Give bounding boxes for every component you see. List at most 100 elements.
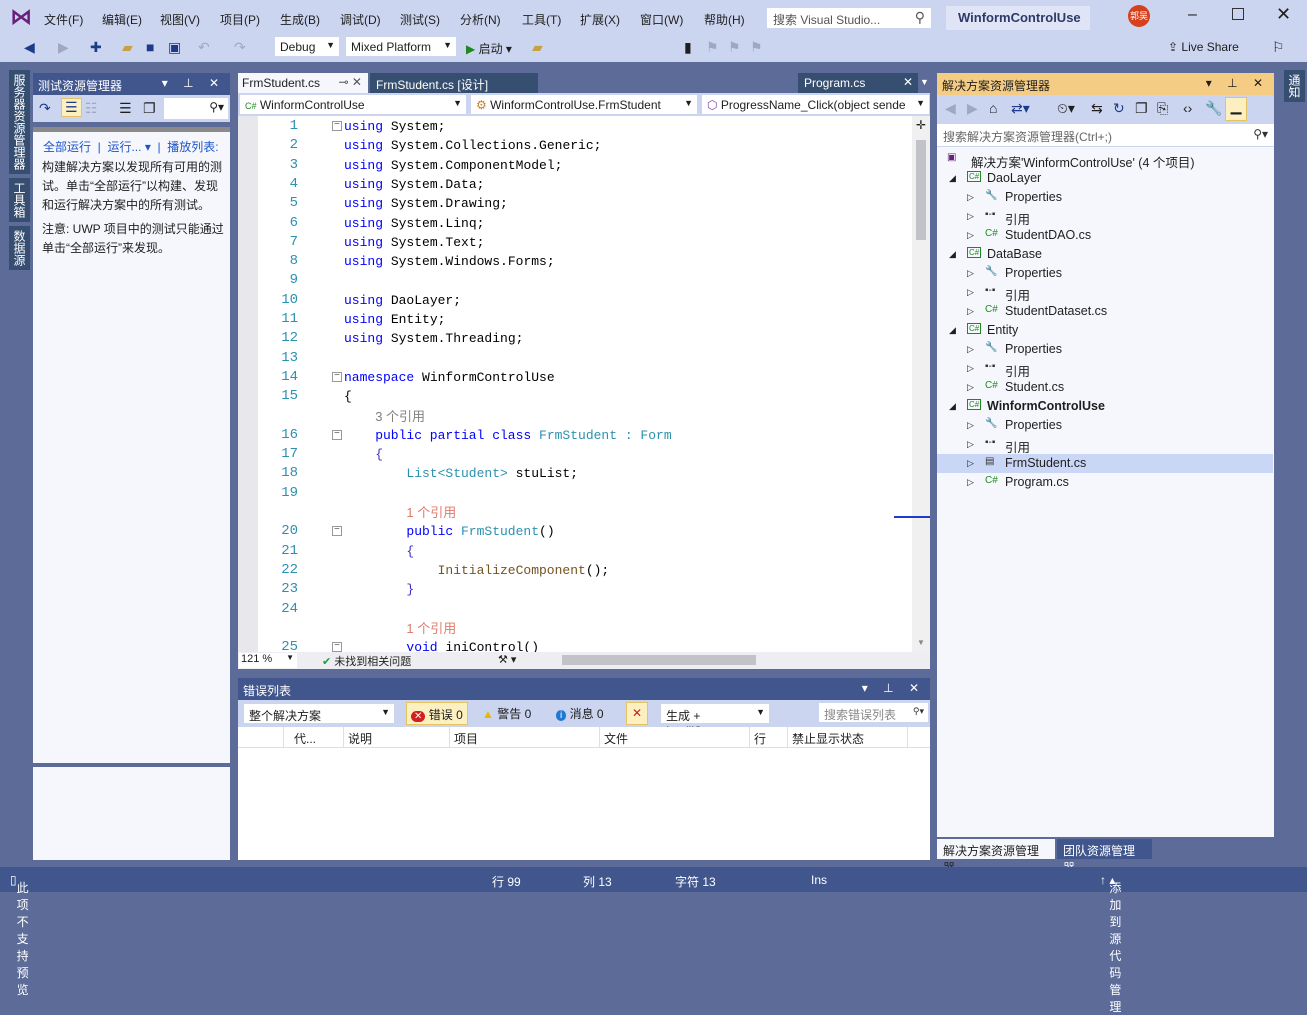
tree-item[interactable]: ▷ ▤ FrmStudent.cs (937, 454, 1273, 473)
start-button[interactable]: ▶ 启动 ▾ (466, 40, 512, 57)
filter-toggle-icon[interactable]: ✕ (626, 702, 648, 725)
menu-item[interactable]: 测试(S) (400, 11, 440, 28)
menu-item[interactable]: 工具(T) (522, 11, 561, 28)
menu-item[interactable]: 扩展(X) (580, 11, 620, 28)
save-all-icon[interactable]: ▣ (168, 39, 181, 56)
tab-frmstudent-designer[interactable]: FrmStudent.cs [设计] (370, 73, 538, 93)
show-all-files-icon[interactable]: ⎘ (1157, 100, 1168, 117)
sync-icon[interactable]: ⇆ (1091, 100, 1103, 117)
column-header[interactable]: 说明 (344, 727, 450, 748)
collapse-arrow-icon[interactable]: ◢ (949, 325, 956, 336)
issues-indicator[interactable]: ✔ 未找到相关问题 (322, 653, 411, 669)
live-share-button[interactable]: ⇪ Live Share (1168, 40, 1239, 54)
tab-frmstudent-cs[interactable]: FrmStudent.cs ⊸ ✕ (238, 73, 368, 93)
tree-item[interactable]: ▷ C# StudentDAO.cs (937, 226, 1273, 245)
expand-arrow-icon[interactable]: ▷ (967, 287, 974, 298)
expand-arrow-icon[interactable]: ▷ (967, 230, 974, 241)
minimize-button[interactable]: – (1188, 6, 1197, 24)
playlist-link[interactable]: 播放列表: (167, 140, 218, 154)
tab-program-cs[interactable]: Program.cs ✕ (798, 73, 918, 93)
menu-item[interactable]: 视图(V) (160, 11, 200, 28)
redo-icon[interactable]: ↷ (234, 39, 246, 56)
collapse-arrow-icon[interactable]: ◢ (949, 173, 956, 184)
tab-team-explorer[interactable]: 团队资源管理器 (1057, 839, 1152, 875)
prev-bookmark-icon[interactable]: ⚑ (706, 39, 719, 56)
view-code-icon[interactable]: ‹› (1183, 100, 1192, 116)
scroll-down-icon[interactable]: ▼ (917, 638, 925, 647)
server-explorer-tab[interactable]: 服务器资源管理器 (9, 70, 30, 174)
tab-overflow-icon[interactable]: ▼ (920, 77, 929, 87)
collapse-arrow-icon[interactable]: ◢ (949, 249, 956, 260)
horizontal-scrollbar[interactable] (562, 655, 756, 665)
expand-arrow-icon[interactable]: ▷ (967, 306, 974, 317)
next-bookmark-icon[interactable]: ⚑ (728, 39, 741, 56)
refresh-icon[interactable]: ↻ (1113, 100, 1125, 117)
platform-dropdown[interactable]: Mixed Platform ▼ (345, 36, 457, 57)
search-input[interactable]: 搜索 Visual Studio... ⚲ (766, 7, 932, 29)
preview-icon[interactable]: ▁ (1225, 97, 1247, 121)
expand-arrow-icon[interactable]: ▷ (967, 211, 974, 222)
run-link[interactable]: 运行... (107, 140, 141, 154)
error-search-input[interactable]: 搜索错误列表 ⚲▾ (818, 702, 929, 723)
code-editor[interactable]: 1− using System; 2 using System.Collections… (238, 116, 912, 652)
maximize-button[interactable] (1232, 8, 1244, 20)
collapse-icon[interactable]: − (332, 429, 342, 440)
zoom-dropdown[interactable]: 121 % ▼ (239, 653, 297, 668)
open-file-icon[interactable]: ▰ (122, 39, 133, 56)
column-header[interactable]: 行 (750, 727, 788, 748)
panel-controls[interactable]: ▾ ⊥ ✕ (862, 681, 925, 695)
column-header[interactable]: 代... (290, 727, 344, 748)
menu-item[interactable]: 项目(P) (220, 11, 260, 28)
avatar[interactable]: 郭吴 (1128, 5, 1150, 27)
code-lens[interactable]: 3 个引用 (238, 407, 912, 426)
forward-icon[interactable]: ▶ (967, 100, 978, 117)
tree-item[interactable]: ▷ C# StudentDataset.cs (937, 302, 1273, 321)
cleanup-icon[interactable]: ⚒ ▾ (498, 653, 516, 666)
menu-item[interactable]: 文件(F) (44, 11, 83, 28)
forward-icon[interactable]: ▶ (58, 39, 69, 56)
expand-arrow-icon[interactable]: ▷ (967, 344, 974, 355)
tree-item[interactable]: ▷ 🔧 Properties (937, 340, 1273, 359)
expand-arrow-icon[interactable]: ▷ (967, 458, 974, 469)
menu-item[interactable]: 帮助(H) (704, 11, 745, 28)
expand-arrow-icon[interactable]: ▷ (967, 382, 974, 393)
expand-arrow-icon[interactable]: ▷ (967, 439, 974, 450)
tree-item[interactable]: ▷ C# Student.cs (937, 378, 1273, 397)
hierarchy-icon[interactable]: ☷ (85, 100, 98, 117)
close-icon[interactable]: ✕ (903, 75, 913, 89)
collapse-all-icon[interactable]: ❐ (1135, 100, 1148, 117)
clear-bookmarks-icon[interactable]: ⚑ (750, 39, 763, 56)
properties-icon[interactable]: 🔧 (1205, 100, 1222, 117)
tree-item[interactable]: ▷ ▪-▪ 引用 (937, 435, 1273, 455)
test-search-input[interactable]: ⚲▾ (164, 98, 228, 119)
tree-item[interactable]: ◢ C# DataBase (937, 245, 1273, 264)
tree-item[interactable]: ▷ 🔧 Properties (937, 264, 1273, 283)
class-dropdown[interactable]: ⚙ WinformControlUse.FrmStudent ▼ (470, 94, 698, 115)
panel-controls[interactable]: ▾ ⊥ ✕ (162, 76, 225, 90)
bookmark-icon[interactable]: ▮ (684, 39, 692, 56)
menu-item[interactable]: 分析(N) (460, 11, 501, 28)
collapse-icon[interactable]: − (332, 121, 342, 131)
member-dropdown[interactable]: ⬡ ProgressName_Click(object sende ▼ (701, 94, 930, 115)
menu-item[interactable]: 窗口(W) (640, 11, 683, 28)
split-icon[interactable]: ✛ (916, 118, 926, 132)
tree-item[interactable]: ▷ ▪-▪ 引用 (937, 283, 1273, 303)
source-dropdown[interactable]: 生成 + IntelliSense▼ (660, 703, 770, 738)
scope-dropdown[interactable]: 整个解决方案 ▼ (243, 703, 395, 724)
tree-item[interactable]: ◢ C# WinformControlUse (937, 397, 1273, 416)
collapse-icon[interactable]: − (332, 642, 342, 652)
messages-filter-button[interactable]: i 消息 0 (556, 705, 604, 722)
group-icon[interactable]: ☰ (61, 98, 82, 117)
project-dropdown[interactable]: C# WinformControlUse ▼ (239, 94, 467, 115)
tree-item[interactable]: ▷ ▪-▪ 引用 (937, 207, 1273, 227)
back-icon[interactable]: ◀ (945, 100, 956, 117)
data-sources-tab[interactable]: 数据源 (9, 226, 30, 270)
expand-icon[interactable]: ☰ (119, 100, 132, 117)
expand-arrow-icon[interactable]: ▷ (967, 477, 974, 488)
collapse-arrow-icon[interactable]: ◢ (949, 401, 956, 412)
source-control-button[interactable]: ↑ 添加到源代码管理 ▴ (1100, 873, 1121, 1014)
expand-arrow-icon[interactable]: ▷ (967, 192, 974, 203)
new-project-icon[interactable]: ✚ (90, 39, 102, 56)
tree-item[interactable]: ▷ 🔧 Properties (937, 416, 1273, 435)
column-header[interactable]: 禁止显示状态 (788, 727, 908, 748)
